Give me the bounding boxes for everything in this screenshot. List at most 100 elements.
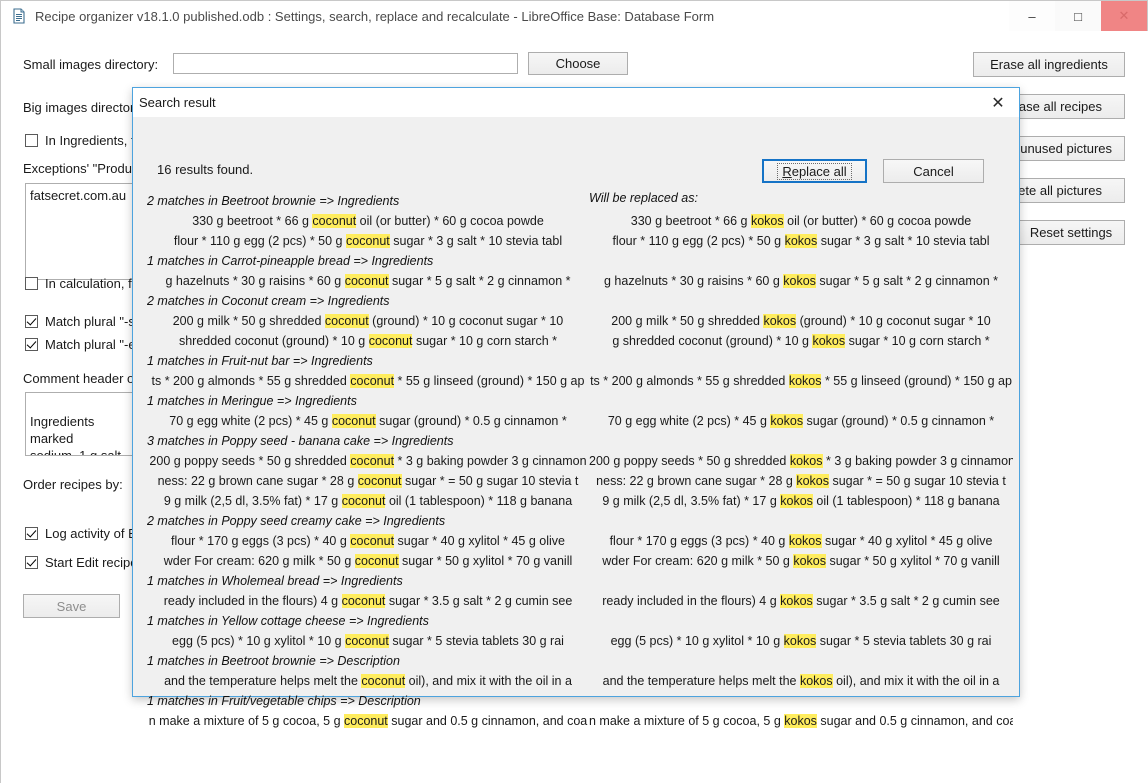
match-group-header: 1 matches in Carrot-pineapple bread => I… <box>147 254 434 268</box>
erase-all-ingredients-button[interactable]: Erase all ingredients <box>973 52 1125 77</box>
highlighted-term: kokos <box>780 494 813 508</box>
minimize-icon: – <box>1028 8 1036 24</box>
comment-header-textarea[interactable]: Ingredients marked sodium. 1 g salt con <box>25 392 143 456</box>
result-line: and the temperature helps melt the cocon… <box>147 671 589 691</box>
replace-all-button-label: Replace all <box>777 162 852 180</box>
result-line: 200 g poppy seeds * 50 g shredded coconu… <box>147 451 589 471</box>
result-line: n make a mixture of 5 g cocoa, 5 g cocon… <box>147 711 589 731</box>
result-line: 200 g milk * 50 g shredded kokos (ground… <box>589 311 1013 331</box>
result-line: 200 g poppy seeds * 50 g shredded kokos … <box>589 451 1013 471</box>
dialog-body: 16 results found. Replace all Cancel Wil… <box>133 117 1019 728</box>
line-prefix: n make a mixture of 5 g cocoa, 5 g <box>148 714 344 728</box>
small-images-directory-input[interactable] <box>173 53 518 74</box>
match-plural-s-checkbox[interactable] <box>25 315 38 328</box>
maximize-button[interactable]: □ <box>1055 1 1101 31</box>
line-prefix: flour * 110 g egg (2 pcs) * 50 g <box>173 234 346 248</box>
line-suffix: sugar (ground) * 0.5 g cinnamon * <box>375 414 567 428</box>
match-group-header: 2 matches in Coconut cream => Ingredient… <box>147 294 390 308</box>
highlighted-term: coconut <box>354 554 399 568</box>
start-edit-checkbox[interactable] <box>25 556 38 569</box>
reset-settings-button[interactable]: Reset settings <box>1017 220 1125 245</box>
line-suffix: oil), and mix it with the oil in a <box>832 674 1000 688</box>
in-calculation-checkbox[interactable] <box>25 277 38 290</box>
line-prefix: g hazelnuts * 30 g raisins * 60 g <box>604 274 784 288</box>
highlighted-term: coconut <box>346 234 390 248</box>
dialog-titlebar: Search result ✕ <box>133 88 1019 117</box>
save-button[interactable]: Save <box>23 594 120 618</box>
log-activity-checkbox[interactable] <box>25 527 38 540</box>
choose-button[interactable]: Choose <box>528 52 628 75</box>
delete-unused-pictures-label: e unused pictures <box>1009 141 1112 156</box>
line-suffix: sugar * 3 g salt * 10 stevia tabl <box>389 234 563 248</box>
line-prefix: ts * 200 g almonds * 55 g shredded <box>151 374 351 388</box>
line-prefix: flour * 170 g eggs (3 pcs) * 40 g <box>609 534 789 548</box>
line-prefix: 70 g egg white (2 pcs) * 45 g <box>169 414 332 428</box>
highlighted-term: kokos <box>788 534 822 548</box>
match-plural-es-checkbox-row[interactable]: Match plural "-es <box>25 337 142 352</box>
result-line: g hazelnuts * 30 g raisins * 60 g kokos … <box>589 271 1013 291</box>
result-line: 70 g egg white (2 pcs) * 45 g coconut su… <box>147 411 589 431</box>
replace-all-button[interactable]: Replace all <box>762 159 867 183</box>
minimize-button[interactable]: – <box>1009 1 1055 31</box>
match-group-header: 2 matches in Poppy seed creamy cake => I… <box>147 514 446 528</box>
match-group-header: 1 matches in Meringue => Ingredients <box>147 394 357 408</box>
exceptions-label: Exceptions' "Product <box>23 161 143 176</box>
highlighted-term: kokos <box>793 554 826 568</box>
highlighted-term: coconut <box>341 494 386 508</box>
line-suffix: (ground) * 10 g coconut sugar * 10 <box>796 314 991 328</box>
dialog-close-button[interactable]: ✕ <box>977 88 1019 117</box>
line-prefix: egg (5 pcs) * 10 g xylitol * 10 g <box>610 634 784 648</box>
document-icon <box>11 8 27 24</box>
result-line: 9 g milk (2,5 dl, 3.5% fat) * 17 g cocon… <box>147 491 589 511</box>
highlighted-term: coconut <box>357 474 402 488</box>
result-line: ness: 22 g brown cane sugar * 28 g kokos… <box>589 471 1013 491</box>
line-prefix: g shredded coconut (ground) * 10 g <box>612 334 813 348</box>
line-suffix: sugar * = 50 g sugar 10 stevia t <box>401 474 579 488</box>
line-prefix: and the temperature helps melt the <box>164 674 362 688</box>
start-edit-checkbox-row[interactable]: Start Edit recipes <box>25 555 144 570</box>
line-suffix: sugar * 5 stevia tablets 30 g rai <box>816 634 992 648</box>
in-calculation-checkbox-row[interactable]: In calculation, fib <box>25 276 142 291</box>
match-plural-es-label: Match plural "-es <box>45 337 143 352</box>
result-line: egg (5 pcs) * 10 g xylitol * 10 g coconu… <box>147 631 589 651</box>
result-line: flour * 170 g eggs (3 pcs) * 40 g kokos … <box>589 531 1013 551</box>
highlighted-term: kokos <box>784 234 818 248</box>
highlighted-term: kokos <box>770 414 804 428</box>
result-line: flour * 110 g egg (2 pcs) * 50 g kokos s… <box>589 231 1013 251</box>
application-window: Recipe organizer v18.1.0 published.odb :… <box>0 0 1148 784</box>
line-prefix: 200 g milk * 50 g shredded <box>611 314 764 328</box>
line-prefix: 9 g milk (2,5 dl, 3.5% fat) * 17 g <box>163 494 342 508</box>
match-plural-s-checkbox-row[interactable]: Match plural "-s" <box>25 314 139 329</box>
line-prefix: flour * 170 g eggs (3 pcs) * 40 g <box>171 534 351 548</box>
highlighted-term: coconut <box>312 214 357 228</box>
highlighted-term: kokos <box>783 634 817 648</box>
line-prefix: n make a mixture of 5 g cocoa, 5 g <box>589 714 785 728</box>
in-ingredients-checkbox-row[interactable]: In Ingredients, fib <box>25 133 145 148</box>
close-icon: ✕ <box>1118 8 1130 23</box>
result-line: g shredded coconut (ground) * 10 g kokos… <box>589 331 1013 351</box>
match-plural-es-checkbox[interactable] <box>25 338 38 351</box>
highlighted-term: kokos <box>750 214 784 228</box>
line-prefix: 9 g milk (2,5 dl, 3.5% fat) * 17 g <box>602 494 781 508</box>
exceptions-value: fatsecret.com.au <box>30 188 127 203</box>
in-ingredients-checkbox[interactable] <box>25 134 38 147</box>
line-suffix: sugar and 0.5 g cinnamon, and coa <box>387 714 588 728</box>
line-suffix: sugar * 50 g xylitol * 70 g vanill <box>398 554 573 568</box>
line-suffix: sugar * 50 g xylitol * 70 g vanill <box>825 554 1000 568</box>
cancel-button[interactable]: Cancel <box>883 159 984 183</box>
line-prefix: shredded coconut (ground) * 10 g <box>178 334 369 348</box>
result-line: wder For cream: 620 g milk * 50 g kokos … <box>589 551 1013 571</box>
line-prefix: ness: 22 g brown cane sugar * 28 g <box>596 474 797 488</box>
result-line: n make a mixture of 5 g cocoa, 5 g kokos… <box>589 711 1013 731</box>
close-window-button[interactable]: ✕ <box>1101 1 1147 31</box>
exceptions-textarea[interactable]: fatsecret.com.au <box>25 183 143 280</box>
highlighted-term: kokos <box>789 454 823 468</box>
line-suffix: sugar * 5 stevia tablets 30 g rai <box>388 634 564 648</box>
result-line: flour * 170 g eggs (3 pcs) * 40 g coconu… <box>147 531 589 551</box>
log-activity-checkbox-row[interactable]: Log activity of Ed <box>25 526 144 541</box>
highlighted-term: kokos <box>799 674 833 688</box>
highlighted-term: kokos <box>783 274 816 288</box>
result-line: 9 g milk (2,5 dl, 3.5% fat) * 17 g kokos… <box>589 491 1013 511</box>
delete-all-pictures-label: ete all pictures <box>1018 183 1102 198</box>
in-ingredients-label: In Ingredients, fib <box>45 133 145 148</box>
